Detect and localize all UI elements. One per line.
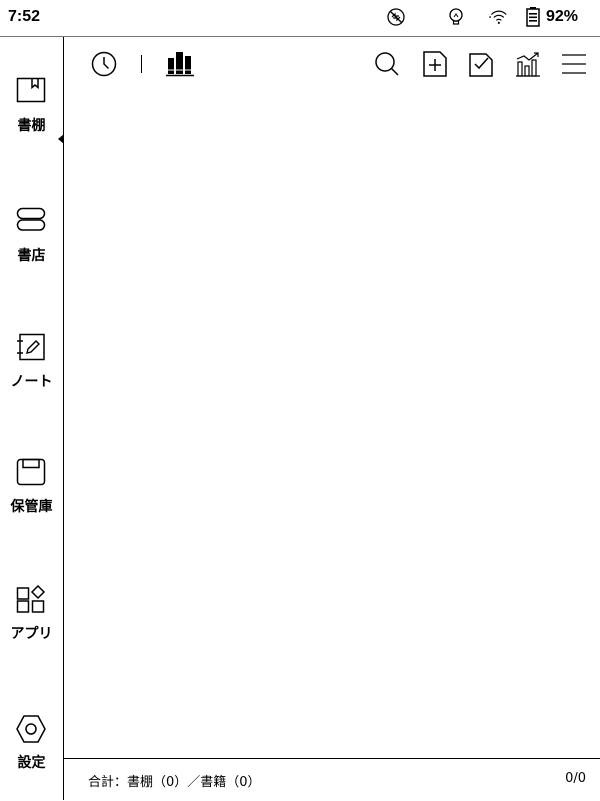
sidebar-item-bookshelf[interactable]: 書棚 — [0, 77, 64, 157]
recent-icon[interactable] — [90, 50, 118, 78]
status-bar: 7:52 92% — [0, 0, 600, 37]
select-icon[interactable] — [467, 50, 495, 78]
book-list-area[interactable] — [64, 90, 600, 755]
sidebar-item-settings[interactable]: 設定 — [0, 714, 63, 794]
sidebar-item-storage[interactable]: 保管庫 — [0, 458, 63, 538]
sidebar-item-bookstore[interactable]: 書店 — [0, 207, 63, 287]
bookshelf-icon — [16, 77, 46, 103]
menu-icon[interactable] — [560, 50, 588, 78]
sidebar-item-notes[interactable]: ノート — [0, 333, 63, 413]
library-icon[interactable] — [166, 50, 194, 78]
page-indicator: 0/0 — [565, 771, 586, 786]
sidebar-item-apps[interactable]: アプリ — [0, 585, 63, 665]
battery-percentage: 92% — [546, 8, 579, 25]
total-count: 合計：書棚（0）／書籍（0） — [88, 775, 261, 790]
toolbar-separator — [141, 55, 142, 73]
sidebar-item-label: 書棚 — [17, 118, 46, 134]
sidebar-item-label: 設定 — [17, 755, 46, 771]
wifi-icon — [489, 10, 507, 24]
sidebar-item-label: 保管庫 — [10, 499, 53, 515]
sidebar-item-label: ノート — [10, 374, 53, 390]
storage-icon — [16, 458, 46, 486]
clock: 7:52 — [8, 8, 41, 25]
sidebar-item-label: 書店 — [17, 248, 46, 264]
footer: 合計：書棚（0）／書籍（0） 0/0 — [64, 758, 600, 801]
settings-icon — [16, 715, 46, 743]
bookstore-icon — [16, 207, 46, 231]
sidebar: 書棚 書店 ノート 保管庫 アプリ 設定 — [0, 37, 64, 800]
statistics-icon[interactable] — [514, 50, 542, 78]
apps-icon — [16, 585, 46, 613]
sidebar-item-label: アプリ — [10, 626, 53, 642]
battery-icon — [526, 7, 540, 27]
notebook-icon — [17, 333, 45, 361]
new-folder-icon[interactable] — [421, 50, 449, 78]
no-sync-icon — [387, 8, 405, 26]
search-icon[interactable] — [373, 50, 401, 78]
frontlight-icon — [449, 8, 463, 25]
